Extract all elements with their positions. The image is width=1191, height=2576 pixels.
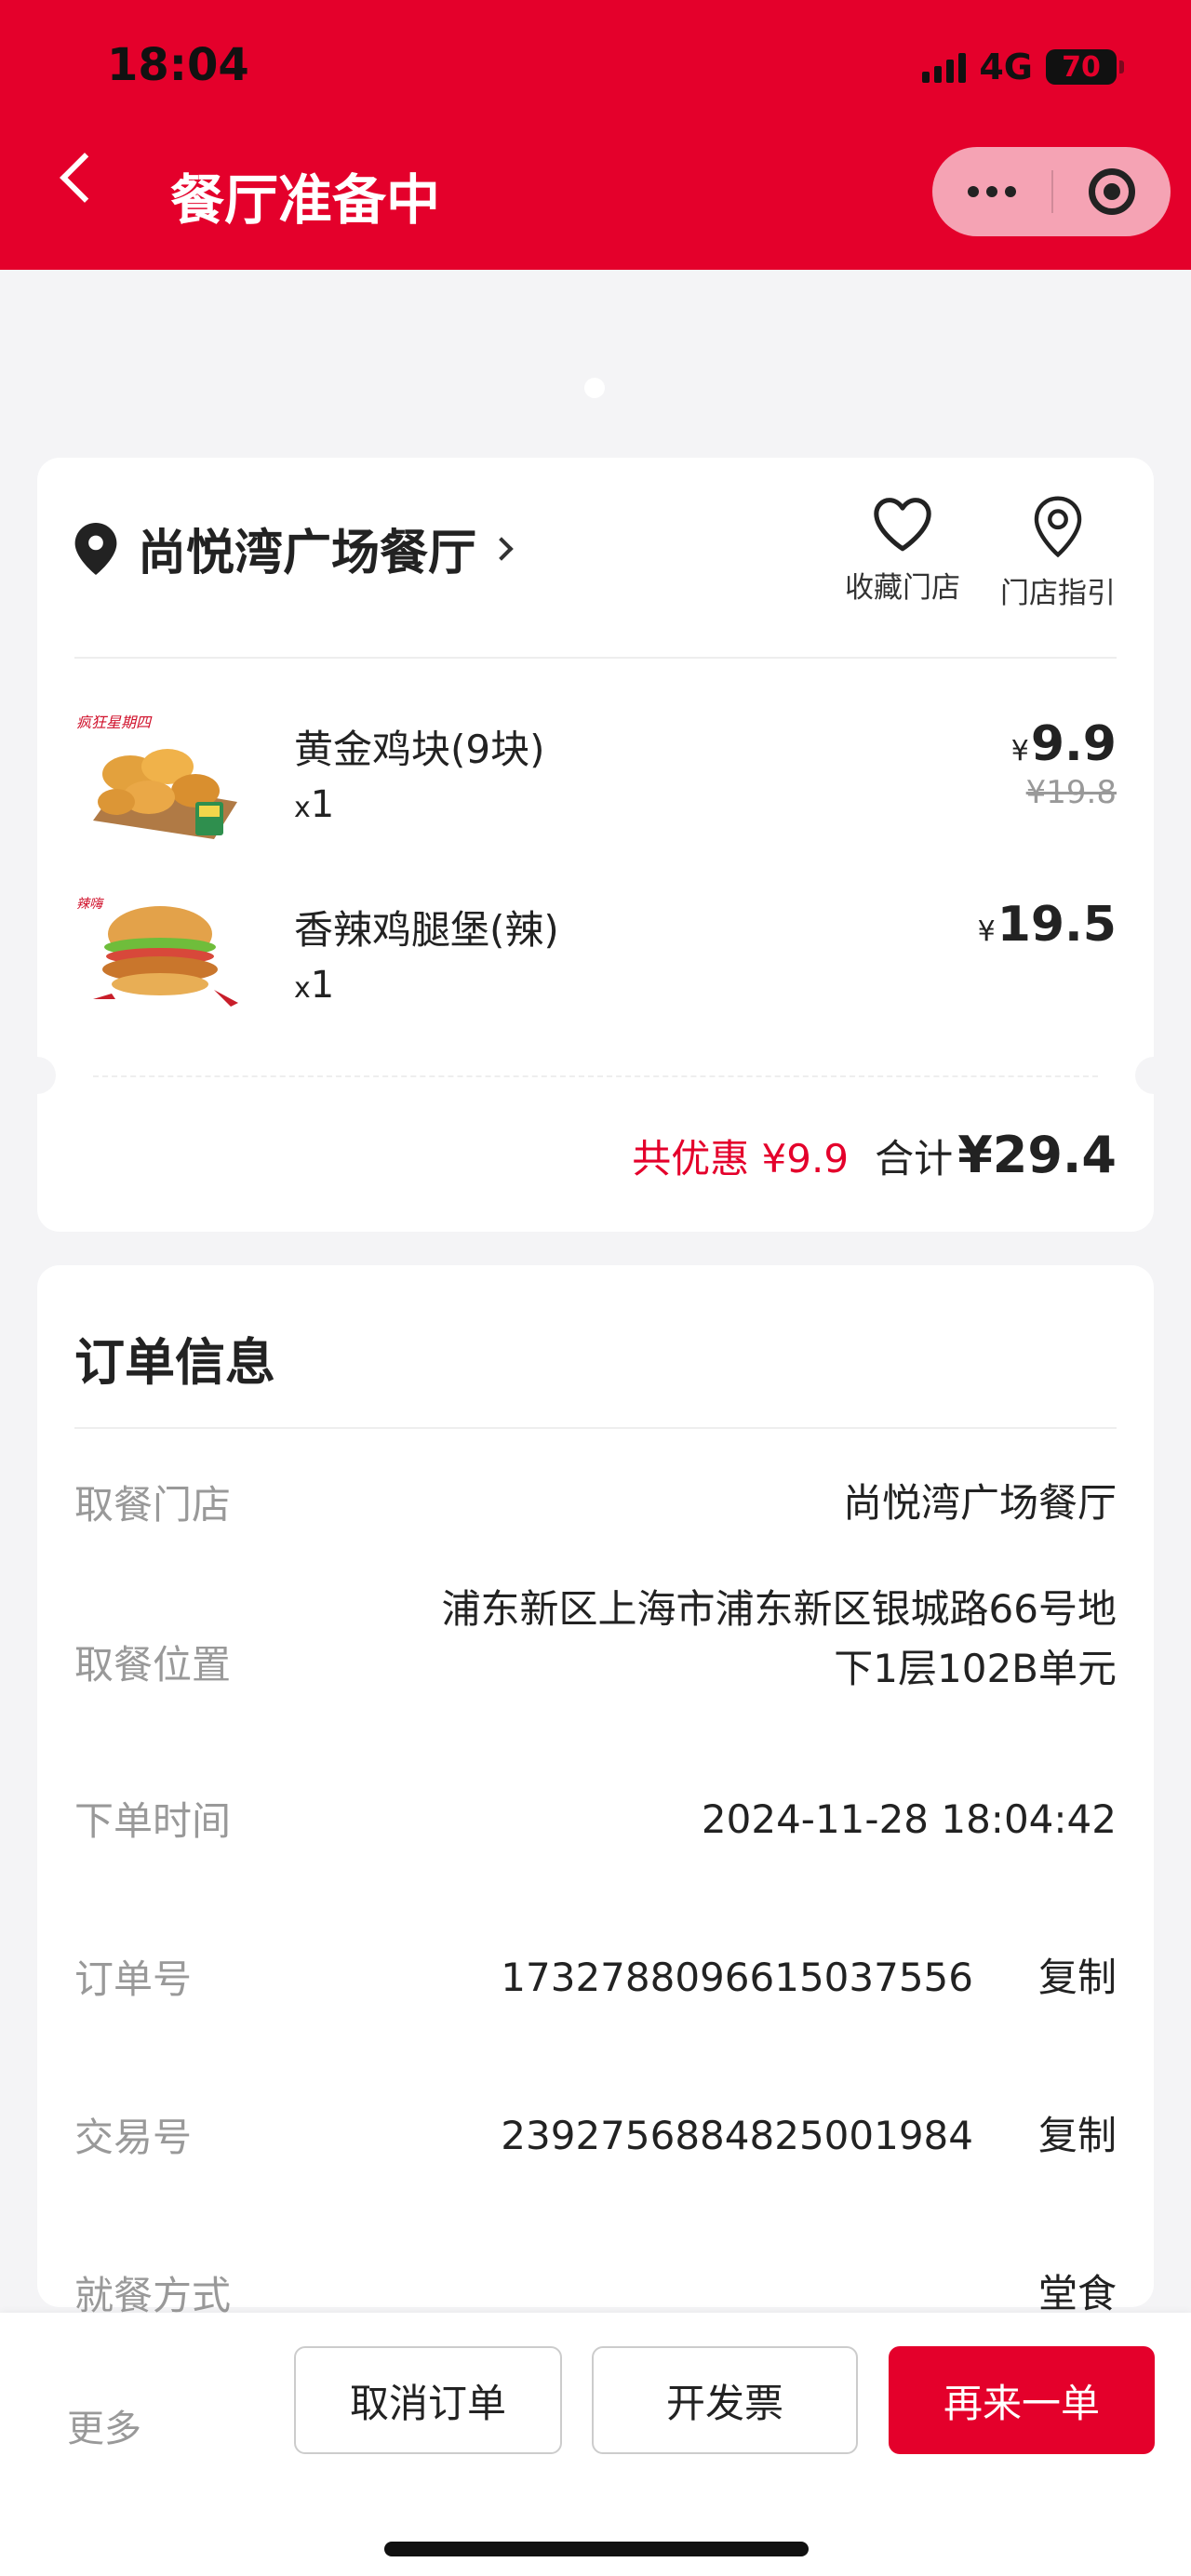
signal-icon	[922, 51, 967, 83]
status-indicators: 4G 70	[922, 47, 1124, 87]
order-number-value: 1732788096615037556	[501, 1955, 973, 2000]
favorite-store-button[interactable]: 收藏门店	[837, 495, 968, 606]
battery-level: 70	[1062, 50, 1101, 84]
invoice-button[interactable]: 开发票	[592, 2346, 858, 2454]
more-button[interactable]: 更多	[67, 2398, 141, 2452]
info-label: 取餐位置	[74, 1642, 232, 1688]
copy-order-number-button[interactable]: 复制	[1038, 1948, 1117, 2008]
carousel-dot	[584, 378, 605, 398]
info-label: 交易号	[74, 2115, 193, 2160]
info-label: 订单号	[74, 1956, 193, 2002]
total-amount: ¥29.4	[957, 1126, 1117, 1184]
item-name: 黄金鸡块(9块)	[294, 727, 545, 772]
status-time: 18:04	[107, 39, 249, 91]
target-icon	[1089, 168, 1135, 215]
store-directions-label: 门店指引	[1000, 577, 1116, 610]
divider	[74, 1427, 1117, 1429]
item-quantity: x1	[294, 783, 335, 826]
store-directions-button[interactable]: 门店指引	[993, 495, 1123, 611]
heart-icon	[874, 498, 931, 552]
reorder-button[interactable]: 再来一单	[889, 2346, 1155, 2454]
item-price: ¥19.5	[977, 897, 1117, 953]
more-menu-icon[interactable]	[932, 186, 1051, 197]
mini-program-capsule	[932, 147, 1171, 236]
item-price: ¥9.9 ¥19.8	[1010, 716, 1117, 811]
discount-amount: 共优惠 ¥9.9	[632, 1136, 850, 1181]
item-original-price: ¥19.8	[1025, 774, 1117, 811]
burger-image: 辣嗨	[76, 897, 238, 1007]
header-bar: 18:04 4G 70 餐厅准备中	[0, 0, 1191, 270]
order-items-card: 尚悦湾广场餐厅 收藏门店 门店指引 疯狂星期四 黄金鸡块(9块) x1 ¥9.9…	[19, 458, 1172, 1232]
close-miniprogram-button[interactable]	[1053, 168, 1171, 215]
order-info-title: 订单信息	[74, 1333, 275, 1392]
dashed-divider	[93, 1075, 1098, 1077]
item-name: 香辣鸡腿堡(辣)	[294, 907, 559, 953]
order-info-card: 订单信息 取餐门店 尚悦湾广场餐厅 取餐位置 浦东新区上海市浦东新区银城路66号…	[37, 1265, 1154, 2318]
info-value: 浦东新区上海市浦东新区银城路66号地 下1层102B单元	[441, 1586, 1117, 1691]
bottom-action-bar: 更多 取消订单 开发票 再来一单	[0, 2313, 1191, 2576]
back-icon[interactable]	[60, 153, 110, 203]
order-summary: 共优惠 ¥9.9 合计 ¥29.4	[632, 1126, 1117, 1184]
location-pin-icon	[74, 522, 117, 575]
info-value: 尚悦湾广场餐厅	[842, 1480, 1117, 1526]
card-notch	[1135, 1057, 1172, 1094]
home-indicator	[384, 2542, 809, 2556]
map-pin-icon	[1034, 496, 1082, 558]
network-type: 4G	[979, 47, 1033, 87]
store-name: 尚悦湾广场餐厅	[138, 526, 477, 581]
nuggets-image: 疯狂星期四	[76, 714, 237, 839]
store-link[interactable]: 尚悦湾广场餐厅	[74, 514, 514, 583]
info-value: 2024-11-28 18:04:42	[701, 1796, 1117, 1842]
svg-text:疯狂星期四: 疯狂星期四	[76, 714, 153, 731]
cancel-order-button[interactable]: 取消订单	[294, 2346, 562, 2454]
order-item: 疯狂星期四 黄金鸡块(9块) x1 ¥9.9 ¥19.8	[74, 709, 1117, 848]
page-title: 餐厅准备中	[170, 168, 441, 232]
total-group: 合计 ¥29.4	[875, 1126, 1117, 1184]
chevron-right-icon	[489, 536, 514, 561]
total-label: 合计	[875, 1136, 954, 1181]
divider	[74, 657, 1117, 659]
transaction-number-value: 2392756884825001984	[501, 2113, 973, 2158]
svg-text:辣嗨: 辣嗨	[76, 897, 104, 912]
favorite-store-label: 收藏门店	[845, 571, 960, 605]
battery-icon: 70	[1046, 49, 1124, 85]
copy-transaction-number-button[interactable]: 复制	[1038, 2106, 1117, 2166]
order-item: 辣嗨 香辣鸡腿堡(辣) x1 ¥19.5	[74, 889, 1117, 1029]
info-label: 取餐门店	[74, 1482, 232, 1528]
info-label: 下单时间	[74, 1798, 232, 1844]
item-quantity: x1	[294, 964, 335, 1007]
card-notch	[19, 1057, 56, 1094]
